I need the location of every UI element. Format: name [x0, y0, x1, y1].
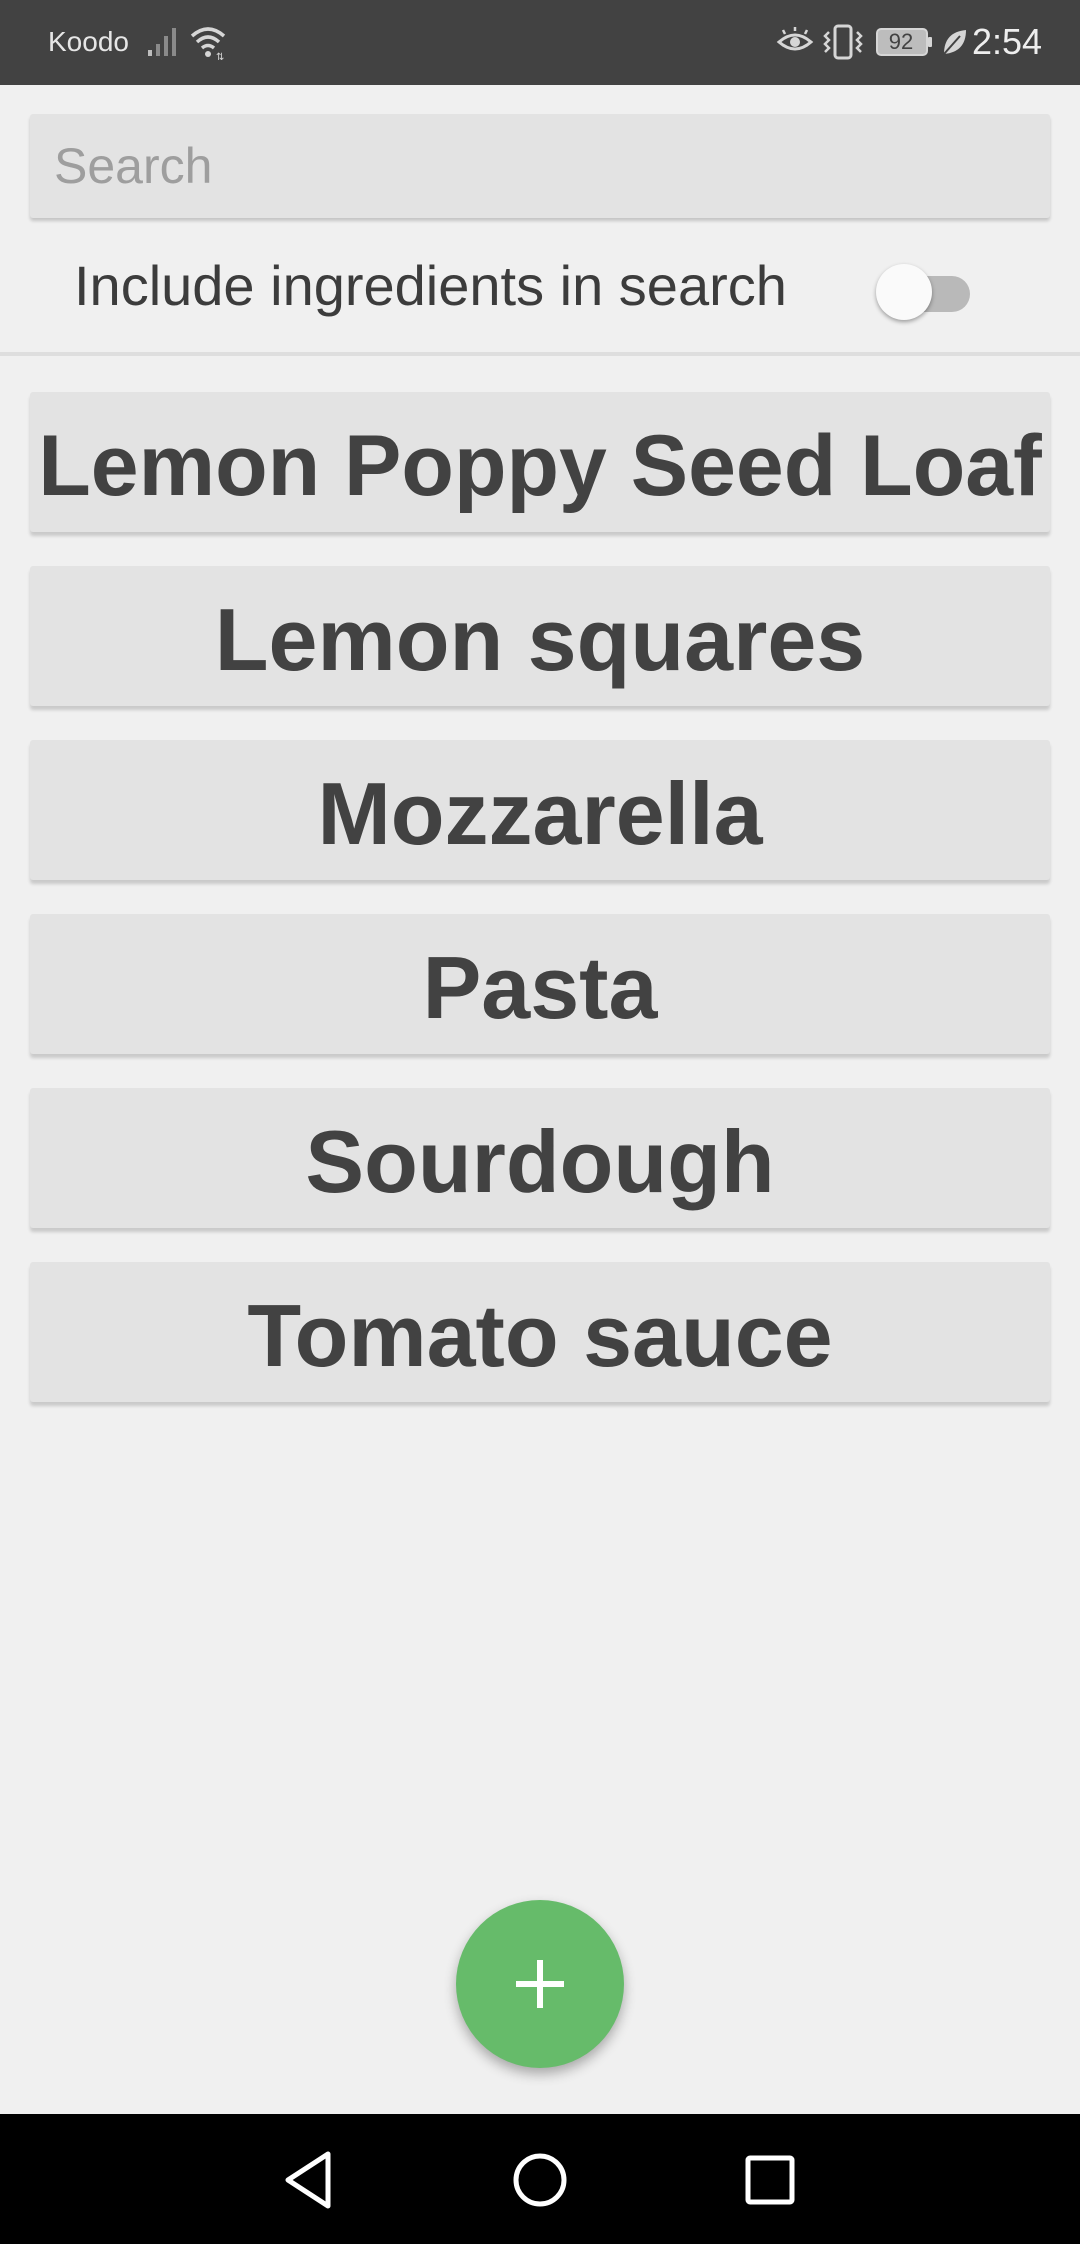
recipe-label: Lemon squares	[214, 590, 866, 689]
recipe-list: Lemon Poppy Seed Loaf Lemon squares Mozz…	[30, 392, 1050, 1436]
app-screen: Koodo ⇅ 92 2:54 Search Include ingredien…	[0, 0, 1080, 2244]
back-icon[interactable]	[270, 2140, 350, 2220]
navigation-bar	[0, 2114, 1080, 2244]
recipe-item-lemon-poppy-seed-loaf[interactable]: Lemon Poppy Seed Loaf	[30, 392, 1050, 532]
plus-icon	[516, 1960, 564, 2008]
signal-icon	[148, 28, 176, 56]
vibrate-icon	[823, 24, 863, 60]
recipe-label: Lemon Poppy Seed Loaf	[38, 418, 1042, 514]
recipe-label: Pasta	[422, 938, 658, 1037]
recipe-label: Tomato sauce	[247, 1286, 833, 1385]
carrier-name: Koodo	[48, 26, 129, 57]
recipe-item-mozzarella[interactable]: Mozzarella	[30, 740, 1050, 880]
recents-icon[interactable]	[730, 2140, 810, 2220]
power-saver-leaf-icon	[943, 30, 966, 55]
recipe-label: Sourdough	[305, 1112, 775, 1211]
recipe-item-sourdough[interactable]: Sourdough	[30, 1088, 1050, 1228]
switch-thumb	[876, 264, 932, 320]
ingredients-toggle-label: Include ingredients in search	[74, 254, 787, 317]
battery-level: 92	[888, 29, 914, 54]
divider	[0, 352, 1080, 356]
search-box	[30, 114, 1050, 218]
recipe-item-pasta[interactable]: Pasta	[30, 914, 1050, 1054]
home-icon[interactable]	[500, 2140, 580, 2220]
recipe-label: Mozzarella	[317, 764, 763, 863]
svg-text:⇅: ⇅	[216, 52, 224, 60]
status-bar: Koodo ⇅ 92 2:54	[0, 0, 1080, 85]
search-input[interactable]	[30, 114, 1050, 218]
battery-icon: 92	[876, 26, 934, 58]
recipe-item-tomato-sauce[interactable]: Tomato sauce	[30, 1262, 1050, 1402]
add-recipe-button[interactable]	[456, 1900, 624, 2068]
ingredients-toggle-row: Include ingredients in search	[0, 240, 1080, 330]
recipe-item-lemon-squares[interactable]: Lemon squares	[30, 566, 1050, 706]
eye-comfort-icon	[776, 27, 814, 51]
wifi-icon: ⇅	[190, 27, 226, 60]
include-ingredients-switch[interactable]	[876, 262, 974, 320]
clock: 2:54	[972, 21, 1043, 62]
